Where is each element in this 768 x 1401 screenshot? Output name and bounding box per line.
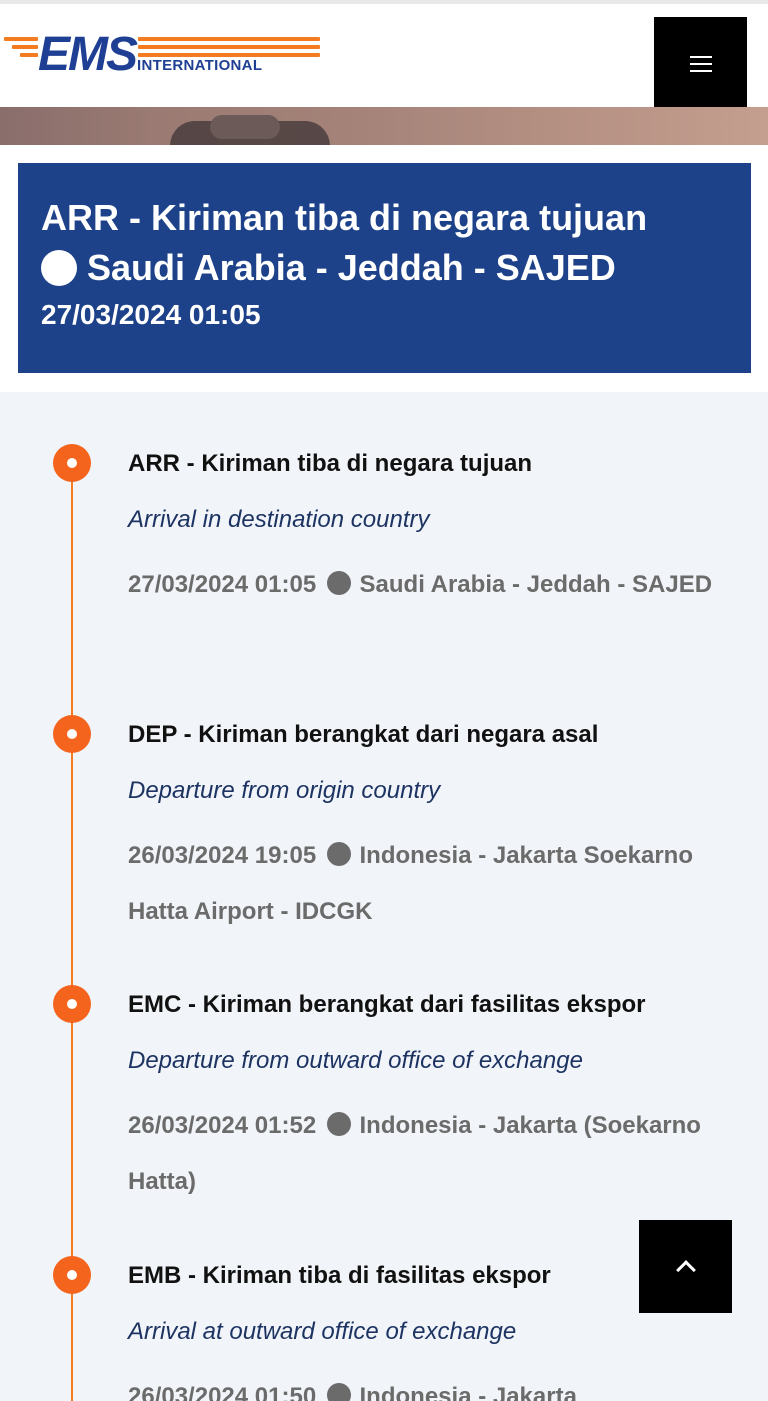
event-detail: 26/03/2024 01:52 Indonesia - Jakarta (So…	[128, 1098, 753, 1210]
banner-title: ARR - Kiriman tiba di negara tujuan Saud…	[41, 193, 741, 293]
logo-stripe	[138, 37, 320, 41]
timeline-dot-icon	[53, 444, 91, 482]
logo-wordmark: EMS	[38, 28, 138, 81]
event-title: EMC - Kiriman berangkat dari fasilitas e…	[128, 991, 646, 1018]
banner-location: Saudi Arabia - Jeddah - SAJED	[87, 247, 616, 288]
event-datetime: 27/03/2024 01:05	[128, 571, 317, 598]
location-dot-icon	[326, 842, 351, 866]
event-detail: 26/03/2024 19:05 Indonesia - Jakarta Soe…	[128, 828, 753, 940]
logo-stripe	[12, 45, 38, 49]
event-location: Saudi Arabia - Jeddah - SAJED	[359, 571, 713, 598]
event-subtitle: Departure from origin country	[128, 777, 441, 804]
logo-stripe	[138, 45, 320, 49]
location-dot-icon	[41, 250, 77, 286]
location-dot-icon	[326, 1112, 351, 1136]
logo-subtitle: INTERNATIONAL	[137, 57, 263, 74]
event-subtitle: Arrival at outward office of exchange	[128, 1318, 517, 1345]
location-dot-icon	[326, 571, 351, 595]
site-header: EMS INTERNATIONAL	[0, 4, 768, 110]
logo-stripe	[4, 37, 38, 41]
event-title: ARR - Kiriman tiba di negara tujuan	[128, 450, 533, 477]
banner-datetime: 27/03/2024 01:05	[41, 299, 261, 330]
event-datetime: 26/03/2024 19:05	[128, 842, 317, 869]
banner-status: ARR - Kiriman tiba di negara tujuan	[41, 197, 648, 238]
timeline-dot-icon	[53, 715, 91, 753]
event-subtitle: Arrival in destination country	[128, 506, 430, 533]
status-summary: ARR - Kiriman tiba di negara tujuan Saud…	[0, 145, 768, 392]
event-datetime: 26/03/2024 01:52	[128, 1112, 317, 1139]
event-title: DEP - Kiriman berangkat dari negara asal	[128, 721, 599, 748]
logo-stripe	[20, 53, 38, 57]
hero-image	[0, 107, 768, 145]
event-detail: 27/03/2024 01:05 Saudi Arabia - Jeddah -…	[128, 557, 753, 613]
event-subtitle: Departure from outward office of exchang…	[128, 1047, 583, 1074]
scroll-to-top-button[interactable]	[639, 1220, 732, 1313]
event-detail: 26/03/2024 01:50 Indonesia - Jakarta	[128, 1369, 753, 1401]
event-location: Indonesia - Jakarta	[359, 1383, 577, 1401]
status-banner: ARR - Kiriman tiba di negara tujuan Saud…	[18, 163, 751, 373]
timeline-dot-icon	[53, 985, 91, 1023]
event-title: EMB - Kiriman tiba di fasilitas ekspor	[128, 1262, 551, 1289]
location-dot-icon	[326, 1383, 351, 1401]
timeline-dot-icon	[53, 1256, 91, 1294]
ems-logo[interactable]: EMS INTERNATIONAL	[0, 28, 330, 82]
menu-button[interactable]	[654, 17, 747, 110]
chevron-up-icon	[675, 1259, 696, 1280]
hamburger-icon	[689, 55, 712, 72]
event-datetime: 26/03/2024 01:50	[128, 1383, 317, 1401]
